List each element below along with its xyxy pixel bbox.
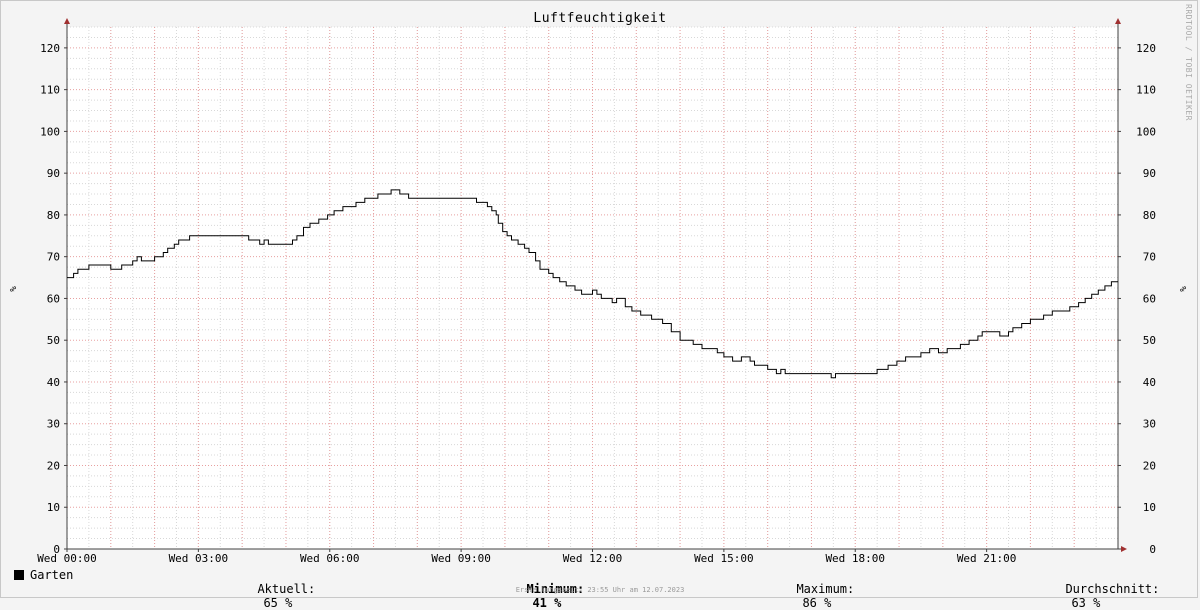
y-tick-labels-left: 0102030405060708090100110120	[40, 42, 60, 556]
y-tick-label: 30	[47, 418, 60, 431]
y-tick-label: 40	[47, 376, 60, 389]
y-tick-label: 0	[1149, 543, 1156, 556]
x-tick-label: Wed 03:00	[169, 552, 229, 565]
x-tick-label: Wed 21:00	[957, 552, 1017, 565]
y-tick-label: 20	[1143, 459, 1156, 472]
y-tick-label: 60	[47, 292, 60, 305]
y-axis-label-right: %	[1177, 286, 1187, 292]
y-tick-label: 120	[1136, 42, 1156, 55]
x-tick-label: Wed 12:00	[563, 552, 623, 565]
y-tick-label: 60	[1143, 292, 1156, 305]
y-tick-label: 10	[1143, 501, 1156, 514]
y-tick-label: 110	[1136, 84, 1156, 97]
x-tick-label: Wed 09:00	[431, 552, 491, 565]
x-axis-arrow	[1121, 546, 1127, 552]
y-tick-label: 50	[47, 334, 60, 347]
chart-plot: 0 10 20 30 40 50 60 70 80 90 100 110 120 0 10 20 30 40 50…	[7, 18, 1187, 565]
legend-average-value: 63 %	[1071, 596, 1101, 610]
x-tick-label: Wed 18:00	[825, 552, 885, 565]
y-axis-arrow-left	[64, 18, 70, 24]
y-tick-label: 90	[1143, 167, 1156, 180]
y-tick-labels-right: 0 10 20 30 40 50 60 70 80 90 100 110 120	[1136, 42, 1156, 556]
y-tick-label: 30	[1143, 418, 1156, 431]
y-tick-label: 70	[47, 251, 60, 264]
creation-time-footer: Erstellungszeit: 23:55 Uhr am 12.07.2023	[515, 586, 685, 594]
y-tick-label: 90	[47, 167, 60, 180]
y-tick-label: 20	[47, 459, 60, 472]
y-tick-label: 120	[40, 42, 60, 55]
legend-minimum-value: 41 %	[532, 596, 562, 610]
y-tick-label: 40	[1143, 376, 1156, 389]
x-tick-label: Wed 15:00	[694, 552, 754, 565]
legend-swatch-garten	[14, 570, 24, 580]
y-tick-label: 10	[47, 501, 60, 514]
legend-current-value: 65 %	[263, 596, 293, 610]
y-tick-label: 110	[40, 84, 60, 97]
y-tick-label: 70	[1143, 251, 1156, 264]
x-tick-labels: Wed 00:00 Wed 03:00 Wed 06:00 Wed 09:00 Wed …	[37, 552, 1016, 565]
y-tick-label: 50	[1143, 334, 1156, 347]
y-tick-label: 100	[1136, 125, 1156, 138]
legend-maximum-value: 86 %	[802, 596, 832, 610]
y-axis-arrow-right	[1115, 18, 1121, 24]
y-axis-label-left: %	[7, 286, 17, 292]
y-tick-label: 100	[40, 125, 60, 138]
x-tick-label: Wed 06:00	[300, 552, 360, 565]
legend-series-name: Garten	[30, 568, 74, 582]
x-tick-label: Wed 00:00	[37, 552, 97, 565]
y-tick-label: 80	[1143, 209, 1156, 222]
y-tick-label: 80	[47, 209, 60, 222]
